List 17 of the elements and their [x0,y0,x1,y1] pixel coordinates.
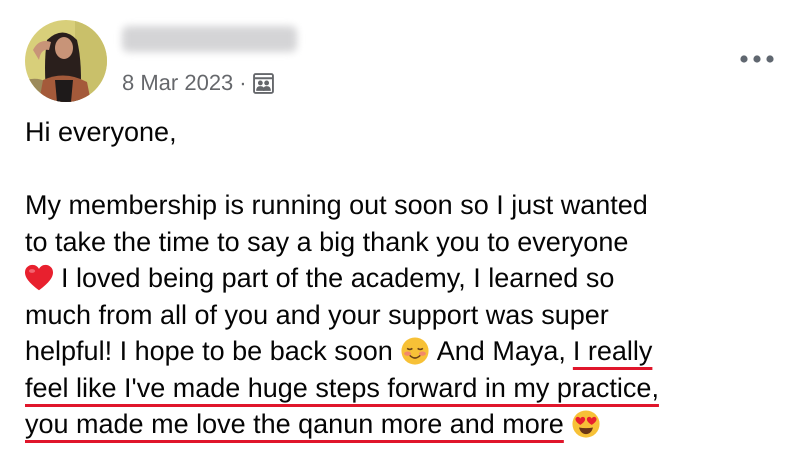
post-text: much from all of you and your support was super [25,298,609,332]
heart-eyes-face-icon [572,410,600,438]
post-text: My membership is running out soon so I just wanted [25,189,648,222]
smiling-face-icon [400,337,429,366]
post-text: to take the time to say a big thank you to everyone [25,226,628,259]
post-text: And Maya, [436,335,566,368]
post-date[interactable]: 8 Mar 2023 [122,70,234,96]
post-text: I really [572,335,652,368]
more-options-icon[interactable] [740,55,774,63]
heart-icon [25,264,53,292]
post-text: I loved being part of the academy, I learned so [61,262,614,295]
post-text: you made me love the qanun more and more [25,408,564,441]
post-text: Hi everyone, [25,116,177,149]
group-icon[interactable] [252,72,274,94]
separator-dot: · [239,70,247,96]
post-text: feel like I've made huge steps forward in my practice, [25,372,659,405]
post-text: helpful! I hope to be back soon [25,335,393,368]
